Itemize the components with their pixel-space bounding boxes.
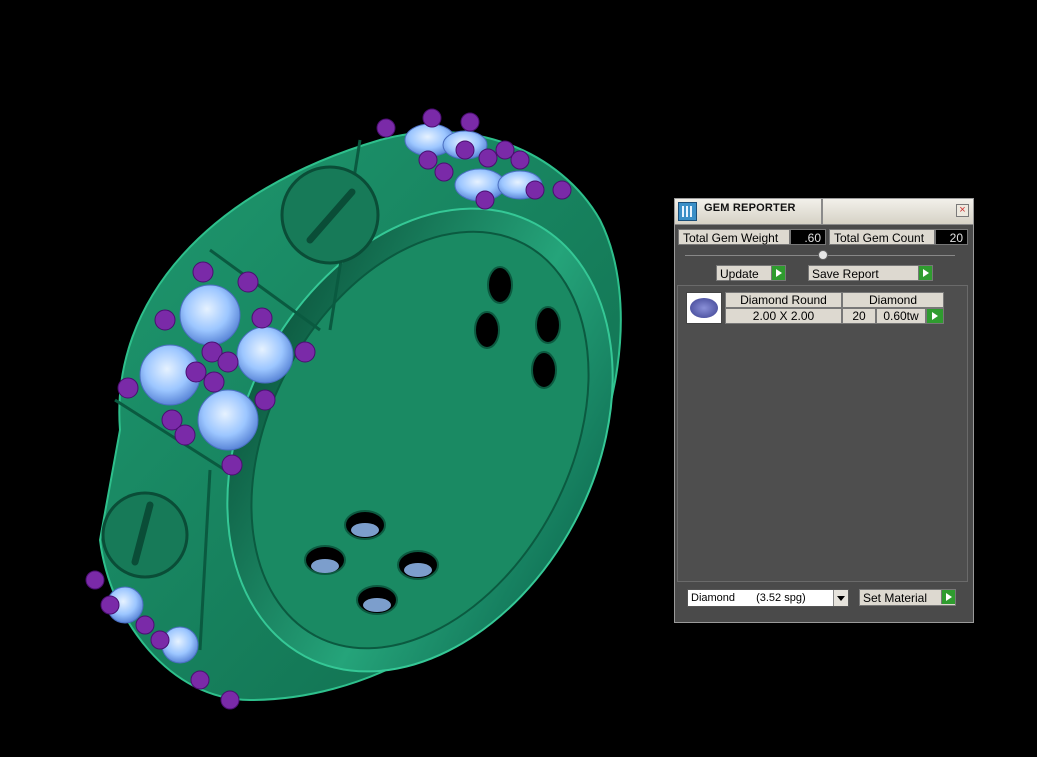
play-arrow-icon (928, 309, 942, 323)
bottom-bar: Diamond (3.52 spg) Set Material (675, 583, 973, 622)
play-arrow-icon (771, 266, 785, 280)
slider-handle[interactable] (818, 250, 828, 260)
gem-shape: Diamond Round (725, 292, 842, 308)
save-report-label: Save Report (812, 267, 879, 281)
set-material-button[interactable]: Set Material (859, 589, 956, 606)
total-gem-count-label: Total Gem Count (829, 229, 935, 245)
update-button[interactable]: Update (716, 265, 786, 281)
material-selected: Diamond (691, 592, 736, 604)
title-tab-divider (821, 199, 823, 224)
gem-reporter-icon (678, 202, 697, 221)
gem-material: Diamond (842, 292, 944, 308)
close-icon[interactable]: × (956, 204, 969, 217)
update-label: Update (720, 267, 759, 281)
gem-thumbnail-icon (686, 292, 722, 324)
title-bar[interactable]: GEM REPORTER × (675, 199, 973, 225)
play-arrow-icon (918, 266, 932, 280)
play-arrow-icon (941, 590, 955, 604)
gem-row-go-button[interactable] (926, 308, 944, 324)
gem-reporter-panel: GEM REPORTER × Total Gem Weight .60 Tota… (674, 198, 974, 623)
total-gem-weight-value: .60 (790, 229, 826, 245)
total-gem-count-value: 20 (935, 229, 968, 245)
chevron-down-icon (833, 590, 848, 606)
set-material-label: Set Material (863, 591, 928, 605)
panel-title: GEM REPORTER (704, 202, 796, 214)
gem-list[interactable]: Diamond Round Diamond 2.00 X 2.00 20 0.6… (677, 285, 968, 582)
total-gem-weight-label: Total Gem Weight (678, 229, 790, 245)
gem-count: 20 (842, 308, 876, 324)
gem-size: 2.00 X 2.00 (725, 308, 842, 324)
material-density: (3.52 spg) (756, 592, 806, 604)
save-report-button[interactable]: Save Report (808, 265, 933, 281)
material-select[interactable]: Diamond (3.52 spg) (687, 589, 849, 607)
gem-weight: 0.60tw (876, 308, 926, 324)
